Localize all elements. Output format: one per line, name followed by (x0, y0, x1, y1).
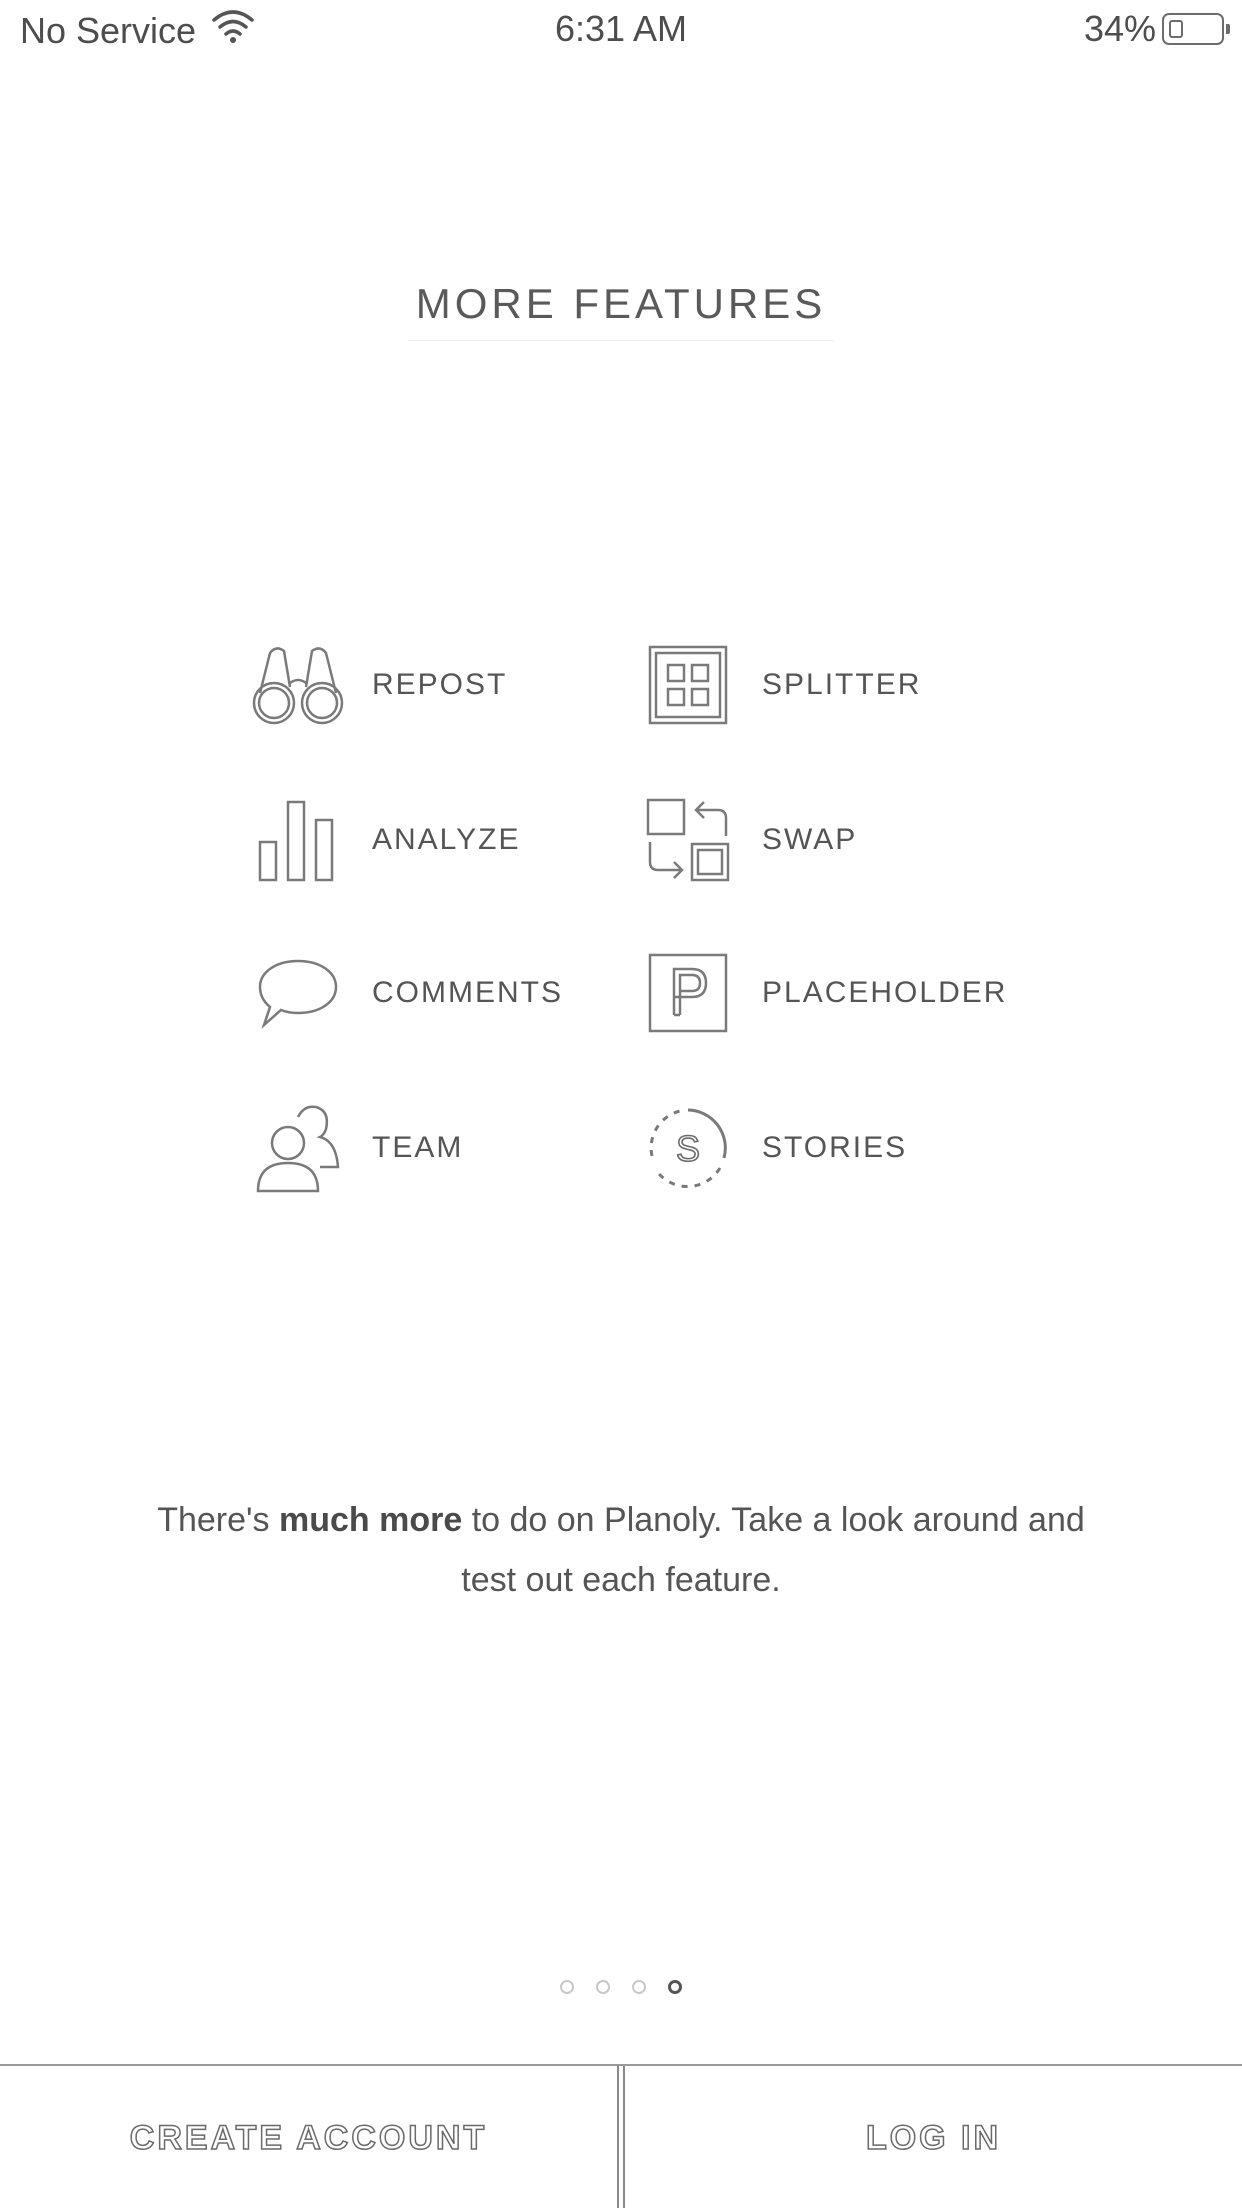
description-suffix: to do on Planoly. Take a look around and… (461, 1501, 1085, 1599)
button-divider (617, 2066, 625, 2208)
feature-splitter: SPLITTER (640, 640, 921, 730)
feature-label: PLACEHOLDER (762, 976, 1008, 1009)
swap-icon (640, 795, 736, 885)
bar-chart-icon (250, 795, 346, 885)
feature-team: TEAM (250, 1103, 463, 1193)
description-text: There's much more to do on Planoly. Take… (150, 1490, 1092, 1610)
feature-placeholder: PLACEHOLDER (640, 948, 1007, 1038)
battery-icon (1162, 13, 1230, 45)
grid-icon (640, 640, 736, 730)
page-indicator (0, 1980, 1242, 1994)
feature-swap: SWAP (640, 795, 857, 885)
page-title-text: MORE FEATURES (407, 280, 835, 341)
feature-analyze: ANALYZE (250, 795, 521, 885)
status-right: 34% (1083, 8, 1230, 50)
page-dot-3[interactable] (632, 1980, 646, 1994)
page-title: MORE FEATURES (0, 280, 1242, 341)
feature-comments: COMMENTS (250, 948, 563, 1038)
feature-label: STORIES (762, 1131, 908, 1164)
feature-label: COMMENTS (372, 976, 563, 1009)
feature-label: SWAP (762, 823, 858, 856)
battery-level (1169, 20, 1183, 38)
feature-label: SPLITTER (762, 668, 922, 701)
feature-stories: S STORIES (640, 1103, 907, 1193)
onboarding-screen: No Service 6:31 AM 34% MORE FEATURES REP… (0, 0, 1242, 2208)
status-bar: No Service 6:31 AM 34% (0, 0, 1242, 62)
create-account-button[interactable]: CREATE ACCOUNT (0, 2066, 617, 2208)
log-in-button[interactable]: LOG IN (625, 2066, 1242, 2208)
svg-text:S: S (676, 1128, 700, 1169)
feature-label: TEAM (372, 1131, 464, 1164)
description-emphasis: much more (278, 1501, 463, 1539)
page-dot-1[interactable] (560, 1980, 574, 1994)
description-prefix: There's (157, 1501, 279, 1539)
placeholder-p-icon (640, 948, 736, 1038)
status-time: 6:31 AM (554, 8, 688, 49)
stories-icon: S (640, 1103, 736, 1193)
page-dot-2[interactable] (596, 1980, 610, 1994)
team-icon (250, 1103, 346, 1193)
speech-bubble-icon (250, 948, 346, 1038)
battery-percent: 34% (1083, 8, 1156, 49)
feature-label: REPOST (372, 668, 508, 701)
feature-repost: REPOST (250, 640, 507, 730)
bottom-button-bar: CREATE ACCOUNT LOG IN (0, 2064, 1242, 2208)
feature-label: ANALYZE (372, 823, 521, 856)
page-dot-4-active[interactable] (668, 1980, 682, 1994)
binoculars-icon (250, 640, 346, 730)
